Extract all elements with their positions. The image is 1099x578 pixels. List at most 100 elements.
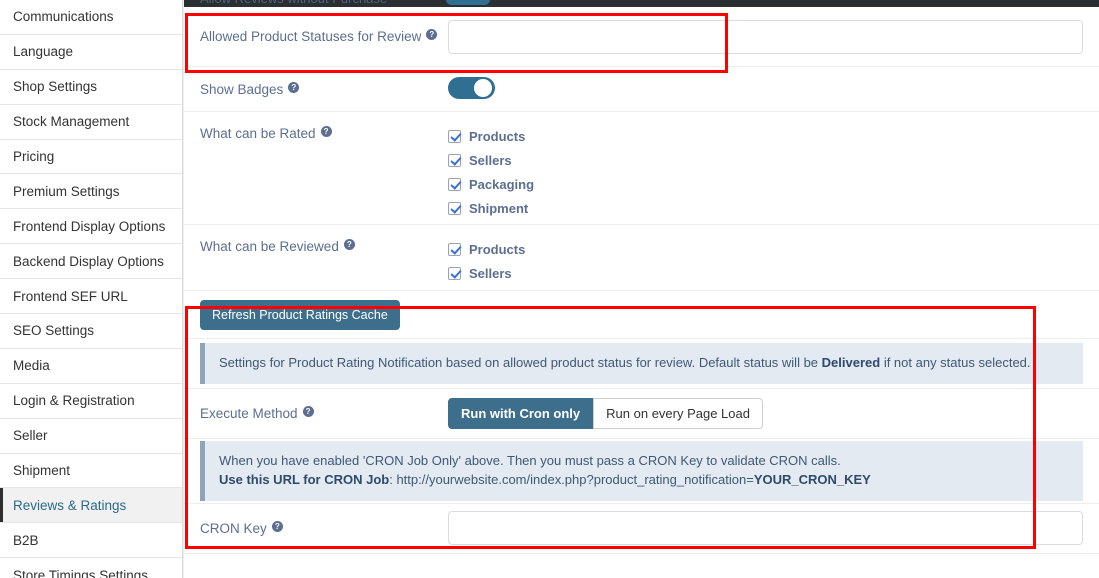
- sidebar-item-language[interactable]: Language: [0, 34, 182, 70]
- sidebar-item-store-timings-settings[interactable]: Store Timings Settings: [0, 558, 182, 578]
- cron-banner-wrap: When you have enabled 'CRON Job Only' ab…: [184, 438, 1099, 504]
- settings-sidebar[interactable]: Communications Language Shop Settings St…: [0, 0, 183, 578]
- checkbox-list-reviewed: Products Sellers: [448, 237, 1083, 285]
- sidebar-item-seo-settings[interactable]: SEO Settings: [0, 314, 182, 349]
- help-icon[interactable]: ?: [271, 520, 283, 532]
- sidebar-item-communications[interactable]: Communications: [0, 0, 182, 35]
- allowed-statuses-input[interactable]: [448, 19, 1083, 54]
- toggle-knob: [474, 78, 492, 97]
- cron-key-label: CRON Key: [200, 520, 267, 536]
- clipped-row-label: Allow Reviews without Purchase: [200, 0, 387, 6]
- checkbox-icon[interactable]: [448, 201, 461, 215]
- sidebar-item-media[interactable]: Media: [0, 348, 182, 384]
- sidebar-item-label: B2B: [13, 532, 39, 548]
- checkbox-label: Shipment: [469, 200, 529, 216]
- clipped-row-toggle[interactable]: [446, 0, 490, 5]
- refresh-product-ratings-cache-button[interactable]: Refresh Product Ratings Cache: [200, 299, 400, 330]
- row-what-can-be-reviewed: What can be Reviewed ? Products Sellers: [184, 225, 1099, 291]
- checkbox-icon[interactable]: [448, 242, 461, 256]
- cron-key-label-wrap: CRON Key ?: [200, 520, 448, 536]
- sidebar-item-shop-settings[interactable]: Shop Settings: [0, 69, 182, 105]
- show-badges-label-wrap: Show Badges ?: [200, 81, 448, 97]
- sidebar-item-frontend-sef-url[interactable]: Frontend SEF URL: [0, 279, 182, 315]
- help-icon[interactable]: ?: [302, 405, 314, 417]
- sidebar-item-label: Store Timings Settings: [13, 567, 149, 578]
- checkbox-rated-shipment[interactable]: Shipment: [448, 196, 1083, 220]
- checkbox-label: Sellers: [469, 152, 512, 168]
- help-icon[interactable]: ?: [426, 29, 438, 40]
- what-rated-label-wrap: What can be Rated ?: [200, 124, 448, 141]
- sidebar-item-b2b[interactable]: B2B: [0, 523, 182, 559]
- cron-banner-line2-label: Use this URL for CRON Job: [219, 471, 390, 487]
- refresh-cache-field: Refresh Product Ratings Cache: [200, 299, 1083, 330]
- execute-method-label-wrap: Execute Method ?: [200, 405, 448, 421]
- checkbox-rated-packaging[interactable]: Packaging: [448, 172, 1083, 196]
- banner-text-before: Settings for Product Rating Notification…: [219, 355, 822, 370]
- sidebar-item-label: Media: [13, 358, 50, 374]
- checkbox-icon[interactable]: [448, 177, 461, 191]
- sidebar-item-login-registration[interactable]: Login & Registration: [0, 383, 182, 419]
- what-reviewed-options: Products Sellers: [448, 237, 1083, 285]
- sidebar-item-label: Reviews & Ratings: [13, 497, 127, 513]
- page-top-bar: Allow Reviews without Purchase: [184, 0, 1099, 7]
- execute-method-field: Run with Cron only Run on every Page Loa…: [448, 397, 1083, 429]
- checkbox-icon[interactable]: [448, 129, 461, 143]
- checkbox-rated-sellers[interactable]: Sellers: [448, 148, 1083, 172]
- checkbox-icon[interactable]: [448, 153, 461, 167]
- what-reviewed-label-wrap: What can be Reviewed ?: [200, 237, 448, 254]
- cron-key-field: [448, 511, 1083, 546]
- sidebar-item-seller[interactable]: Seller: [0, 418, 182, 454]
- sidebar-item-pricing[interactable]: Pricing: [0, 139, 182, 175]
- allowed-statuses-label: Allowed Product Statuses for Review: [200, 29, 422, 44]
- sidebar-item-label: Communications: [13, 9, 114, 25]
- help-icon[interactable]: ?: [343, 239, 355, 250]
- row-cron-key: CRON Key ?: [184, 503, 1099, 554]
- sidebar-item-label: Backend Display Options: [13, 253, 164, 269]
- allowed-statuses-field: [448, 19, 1083, 54]
- checkbox-rated-products[interactable]: Products: [448, 124, 1083, 148]
- show-badges-label: Show Badges: [200, 81, 284, 97]
- notification-banner-wrap: Settings for Product Rating Notification…: [184, 339, 1099, 389]
- cron-key-input[interactable]: [448, 511, 1083, 546]
- banner-bold-status: Delivered: [821, 355, 881, 370]
- checkbox-list-rated: Products Sellers Packaging Shipment: [448, 124, 1083, 220]
- cron-url-key-placeholder: YOUR_CRON_KEY: [753, 471, 871, 487]
- allowed-statuses-label-wrap: Allowed Product Statuses for Review ?: [200, 29, 448, 44]
- checkbox-reviewed-sellers[interactable]: Sellers: [448, 261, 1083, 285]
- execute-method-label: Execute Method: [200, 405, 298, 421]
- row-what-can-be-rated: What can be Rated ? Products Sellers Pac…: [184, 112, 1099, 225]
- cron-url: http://yourwebsite.com/index.php?product…: [396, 471, 754, 487]
- help-icon[interactable]: ?: [320, 126, 332, 137]
- execute-method-run-with-cron-only[interactable]: Run with Cron only: [448, 397, 594, 429]
- sidebar-item-label: Language: [13, 44, 74, 60]
- what-can-be-reviewed-label: What can be Reviewed: [200, 239, 339, 254]
- sidebar-item-label: Premium Settings: [13, 183, 120, 199]
- show-badges-toggle[interactable]: [448, 76, 495, 99]
- checkbox-icon[interactable]: [448, 266, 461, 280]
- what-rated-options: Products Sellers Packaging Shipment: [448, 124, 1083, 220]
- sidebar-item-premium-settings[interactable]: Premium Settings: [0, 174, 182, 210]
- sidebar-item-label: Seller: [13, 428, 48, 444]
- help-icon[interactable]: ?: [288, 81, 300, 93]
- execute-method-run-on-every-page-load[interactable]: Run on every Page Load: [593, 397, 763, 429]
- checkbox-label: Packaging: [469, 176, 535, 192]
- cron-banner-line2: Use this URL for CRON Job: http://yourwe…: [219, 471, 1069, 490]
- checkbox-label: Sellers: [469, 265, 512, 281]
- sidebar-item-backend-display-options[interactable]: Backend Display Options: [0, 244, 182, 280]
- settings-page: Communications Language Shop Settings St…: [0, 0, 1099, 578]
- sidebar-item-label: Stock Management: [13, 114, 130, 130]
- cron-info-banner: When you have enabled 'CRON Job Only' ab…: [200, 440, 1083, 501]
- sidebar-item-label: Frontend SEF URL: [13, 288, 128, 304]
- sidebar-item-frontend-display-options[interactable]: Frontend Display Options: [0, 209, 182, 245]
- sidebar-item-label: Shop Settings: [13, 79, 98, 95]
- sidebar-item-shipment[interactable]: Shipment: [0, 453, 182, 489]
- row-refresh-cache: Refresh Product Ratings Cache: [184, 291, 1099, 339]
- sidebar-item-stock-management[interactable]: Stock Management: [0, 104, 182, 140]
- execute-method-button-group[interactable]: Run with Cron only Run on every Page Loa…: [448, 397, 763, 429]
- settings-content-panel: Allow Reviews without Purchase Allowed P…: [183, 0, 1099, 578]
- checkbox-reviewed-products[interactable]: Products: [448, 237, 1083, 261]
- sidebar-item-label: Shipment: [13, 463, 71, 479]
- banner-text-after: if not any status selected.: [880, 355, 1031, 370]
- sidebar-item-reviews-ratings[interactable]: Reviews & Ratings: [0, 488, 182, 524]
- cron-banner-line1: When you have enabled 'CRON Job Only' ab…: [219, 452, 841, 468]
